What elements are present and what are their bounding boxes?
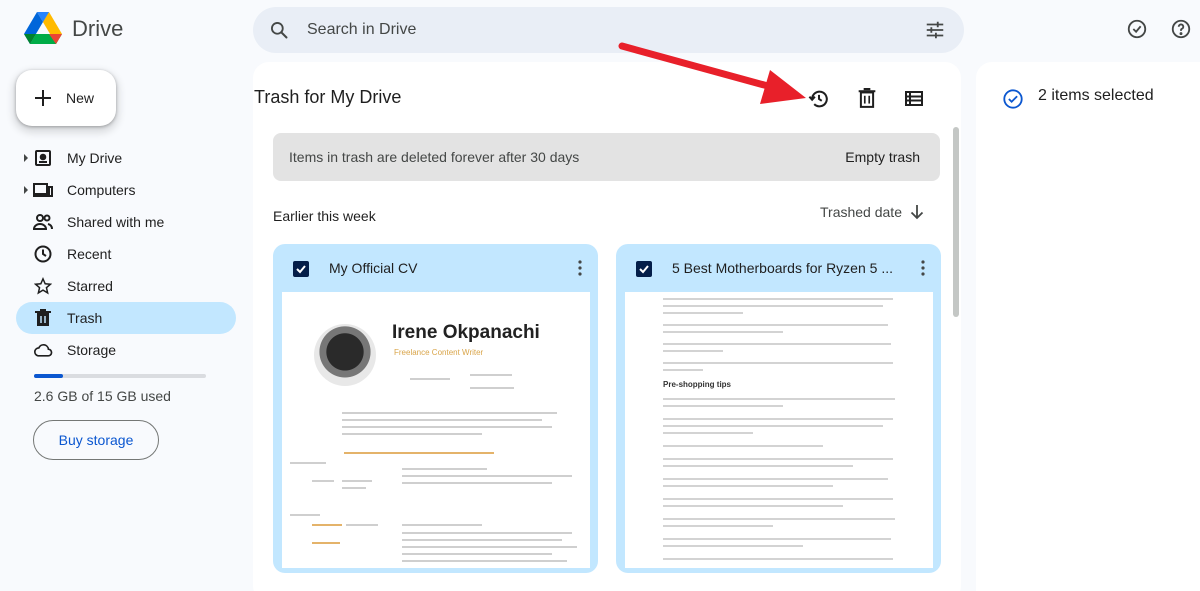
empty-trash-button[interactable]: Empty trash [845,149,920,165]
plus-icon [35,90,51,106]
banner-text: Items in trash are deleted forever after… [289,149,580,165]
more-options-icon[interactable] [921,260,925,281]
new-button[interactable]: New [16,70,116,126]
file-card[interactable]: 5 Best Motherboards for Ryzen 5 ... Pre-… [616,244,941,573]
scrollbar[interactable] [953,127,959,317]
sidebar-item-storage[interactable]: Storage [16,334,236,366]
ready-offline-icon[interactable] [1126,18,1148,45]
computers-icon [33,180,53,200]
file-preview-thumbnail: Irene Okpanachi Freelance Content Writer [282,292,590,568]
page-title: Trash for My Drive [254,87,402,107]
sidebar-item-shared[interactable]: Shared with me [16,206,236,238]
file-title: My Official CV [329,260,418,276]
selection-count: 2 items selected [1038,87,1154,104]
cv-name: Irene Okpanachi [392,322,540,343]
sidebar-item-label: Recent [67,246,112,262]
sidebar-item-label: Starred [67,278,113,294]
file-preview-thumbnail: Pre-shopping tips [625,292,933,568]
cloud-icon [33,340,53,360]
drive-logo[interactable]: Drive [24,12,123,46]
storage-usage-text: 2.6 GB of 15 GB used [34,388,171,404]
cv-subtitle: Freelance Content Writer [394,348,484,357]
profile-photo [314,324,376,386]
clock-icon [33,244,53,264]
sidebar-item-computers[interactable]: Computers [16,174,236,206]
shared-icon [33,212,53,232]
expand-caret-icon[interactable] [24,186,28,194]
sort-control[interactable]: Trashed date [820,204,924,220]
expand-caret-icon[interactable] [24,154,28,162]
section-heading: Earlier this week [273,208,376,224]
my-drive-icon [33,148,53,168]
storage-meter [34,374,206,378]
app-name: Drive [72,16,124,41]
checkbox-checked[interactable] [293,261,309,277]
buy-storage-button[interactable]: Buy storage [33,420,159,460]
sidebar-item-my-drive[interactable]: My Drive [16,142,236,174]
sidebar-item-recent[interactable]: Recent [16,238,236,270]
checkbox-checked[interactable] [636,261,652,277]
new-button-label: New [66,90,95,106]
sidebar-item-trash[interactable]: Trash [16,302,236,334]
trash-icon [33,308,53,328]
list-view-icon[interactable] [904,88,924,113]
sidebar-item-label: Shared with me [67,214,165,230]
star-icon [33,276,53,296]
sidebar-item-label: My Drive [67,150,123,166]
drive-logo-icon [24,12,62,44]
more-options-icon[interactable] [578,260,582,281]
sidebar-item-starred[interactable]: Starred [16,270,236,302]
search-icon[interactable] [269,20,289,40]
search-input[interactable]: Search in Drive [307,21,416,39]
delete-forever-icon[interactable] [857,88,877,113]
annotation-arrow-icon [618,42,806,104]
restore-icon[interactable] [808,88,830,115]
file-title: 5 Best Motherboards for Ryzen 5 ... [672,260,893,276]
storage-meter-fill [34,374,64,378]
help-icon[interactable] [1170,18,1192,45]
search-options-icon[interactable] [924,19,946,46]
sidebar-nav: My Drive Computers Shared with me Recent… [16,142,236,366]
details-panel [976,62,1200,591]
file-card[interactable]: My Official CV Irene Okpanachi Freelance… [273,244,598,573]
trash-info-banner: Items in trash are deleted forever after… [273,133,940,181]
sidebar-item-label: Trash [67,310,103,326]
check-circle-icon [1002,88,1024,115]
arrow-down-icon[interactable] [910,204,924,220]
search-bar[interactable]: Search in Drive [253,7,964,53]
sidebar-item-label: Computers [67,182,136,198]
sidebar-item-label: Storage [67,342,117,358]
sort-label: Trashed date [820,204,902,220]
doc-heading: Pre-shopping tips [663,380,731,389]
